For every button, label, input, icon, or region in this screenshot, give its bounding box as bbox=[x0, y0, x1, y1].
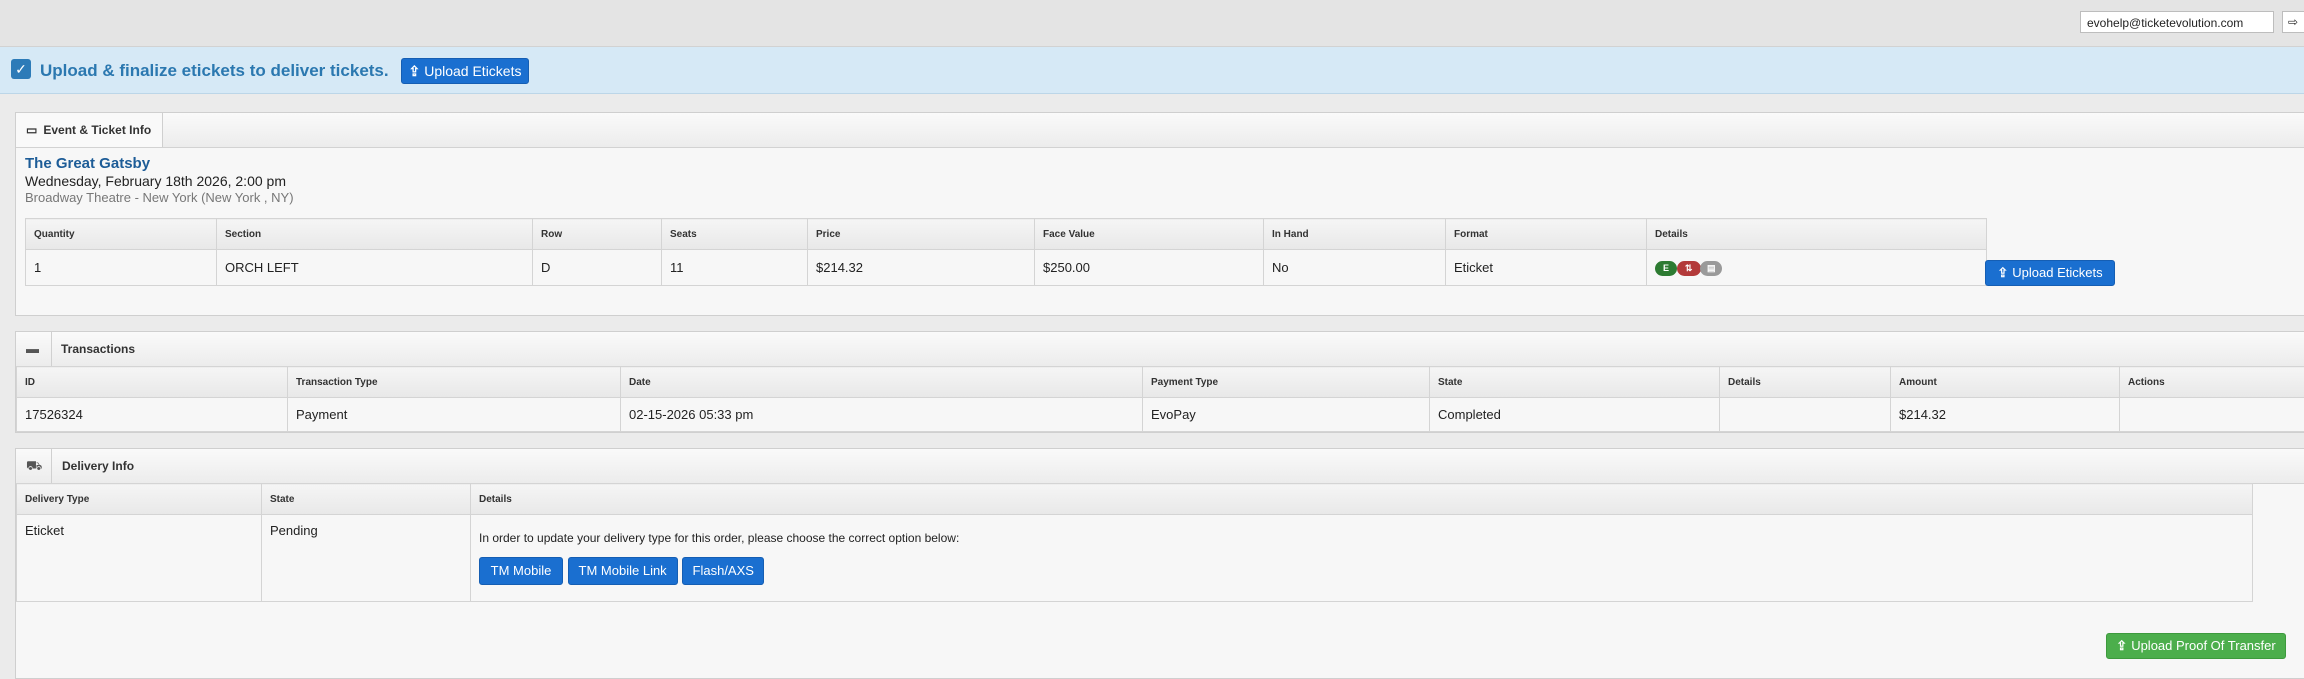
tm-mobile-link-button[interactable]: TM Mobile Link bbox=[567, 557, 678, 585]
quantity-cell: 1 bbox=[25, 249, 217, 286]
delivery-instruction-text: In order to update your delivery type fo… bbox=[479, 531, 960, 545]
upload-etickets-banner-button[interactable]: ⇪ Upload Etickets bbox=[401, 58, 529, 84]
delivery-table: Delivery Type State Details Eticket Pend… bbox=[16, 483, 2253, 602]
event-venue: Broadway Theatre - New York (New York , … bbox=[25, 190, 294, 205]
ticket-icon: ▭ bbox=[26, 123, 38, 137]
transaction-details-cell bbox=[1719, 397, 1891, 432]
ticket-table-header: Quantity Section Row Seats Price Face Va… bbox=[25, 218, 1987, 250]
col-header: Date bbox=[620, 366, 1143, 398]
transactions-title: Transactions bbox=[61, 342, 136, 356]
table-row: 1 ORCH LEFT D 11 $214.32 $250.00 No Etic… bbox=[25, 249, 1987, 286]
delivery-state-cell: Pending bbox=[261, 514, 471, 602]
logout-button[interactable]: ⇨ bbox=[2282, 11, 2304, 33]
event-date: Wednesday, February 18th 2026, 2:00 pm bbox=[25, 173, 286, 189]
transaction-id-cell: 17526324 bbox=[16, 397, 288, 432]
face-value-cell: $250.00 bbox=[1034, 249, 1264, 286]
transaction-state-cell: Completed bbox=[1429, 397, 1720, 432]
col-header: Section bbox=[216, 218, 533, 250]
col-header: Amount bbox=[1890, 366, 2120, 398]
user-email-field[interactable]: evohelp@ticketevolution.com bbox=[2080, 11, 2274, 33]
upload-proof-label: Upload Proof Of Transfer bbox=[2131, 638, 2276, 653]
transactions-panel-header: ▬ Transactions bbox=[16, 332, 2304, 367]
delivery-type-cell: Eticket bbox=[16, 514, 262, 602]
col-header: State bbox=[1429, 366, 1720, 398]
table-row: Eticket Pending In order to update your … bbox=[16, 514, 2253, 602]
flash-axs-button[interactable]: Flash/AXS bbox=[682, 557, 765, 585]
delivery-title: Delivery Info bbox=[62, 459, 135, 473]
credit-card-icon: ▬ bbox=[26, 341, 39, 356]
top-bar: evohelp@ticketevolution.com ⇨ bbox=[0, 0, 2304, 47]
col-header: Row bbox=[532, 218, 662, 250]
col-header: In Hand bbox=[1263, 218, 1446, 250]
row-cell: D bbox=[532, 249, 662, 286]
delivery-details-cell: In order to update your delivery type fo… bbox=[470, 514, 2253, 602]
transactions-table: ID Transaction Type Date Payment Type St… bbox=[16, 366, 2304, 432]
checkbox-icon[interactable]: ✓ bbox=[11, 59, 31, 79]
col-header: Quantity bbox=[25, 218, 217, 250]
format-cell: Eticket bbox=[1445, 249, 1647, 286]
upload-icon: ⇪ bbox=[1997, 265, 2009, 280]
col-header: Details bbox=[1719, 366, 1891, 398]
col-header: Details bbox=[470, 483, 2253, 515]
truck-icon: ⛟ bbox=[26, 458, 43, 473]
delivery-table-header: Delivery Type State Details bbox=[16, 483, 2253, 515]
event-ticket-panel: ▭ Event & Ticket Info The Great Gatsby We… bbox=[15, 112, 2304, 316]
transaction-date-cell: 02-15-2026 05:33 pm bbox=[620, 397, 1143, 432]
col-header: Seats bbox=[661, 218, 808, 250]
payment-type-cell: EvoPay bbox=[1142, 397, 1430, 432]
transaction-amount-cell: $214.32 bbox=[1890, 397, 2120, 432]
notice-message: Upload & finalize etickets to deliver ti… bbox=[40, 61, 389, 80]
transactions-panel: ▬ Transactions ID Transaction Type Date … bbox=[15, 331, 2304, 433]
seats-cell: 11 bbox=[661, 249, 808, 286]
ticket-table: Quantity Section Row Seats Price Face Va… bbox=[25, 218, 1987, 286]
upload-icon: ⇪ bbox=[408, 63, 421, 79]
col-header: Transaction Type bbox=[287, 366, 621, 398]
col-header: Price bbox=[807, 218, 1035, 250]
upload-icon: ⇪ bbox=[2116, 638, 2128, 653]
details-cell: E ⇅ ▤ bbox=[1646, 249, 1987, 286]
col-header: Format bbox=[1445, 218, 1647, 250]
transaction-actions-cell bbox=[2119, 397, 2304, 432]
tm-mobile-button[interactable]: TM Mobile bbox=[479, 557, 563, 585]
col-header: ID bbox=[16, 366, 288, 398]
col-header: Actions bbox=[2119, 366, 2304, 398]
col-header: Face Value bbox=[1034, 218, 1264, 250]
delivery-panel-header: ⛟ Delivery Info bbox=[16, 449, 2304, 484]
section-cell: ORCH LEFT bbox=[216, 249, 533, 286]
document-badge[interactable]: ▤ bbox=[1700, 260, 1723, 276]
table-row: 17526324 Payment 02-15-2026 05:33 pm Evo… bbox=[16, 397, 2304, 432]
event-panel-header: ▭ Event & Ticket Info bbox=[16, 113, 2304, 148]
upload-etickets-row-label: Upload Etickets bbox=[2012, 265, 2103, 280]
price-cell: $214.32 bbox=[807, 249, 1035, 286]
upload-etickets-row-button[interactable]: ⇪ Upload Etickets bbox=[1985, 260, 2115, 286]
event-title[interactable]: The Great Gatsby bbox=[25, 155, 150, 172]
header-divider bbox=[51, 449, 52, 483]
tab-label: Event & Ticket Info bbox=[43, 123, 152, 137]
delivery-panel: ⛟ Delivery Info Delivery Type State Deta… bbox=[15, 448, 2304, 679]
col-header: Payment Type bbox=[1142, 366, 1430, 398]
col-header: Details bbox=[1646, 218, 1987, 250]
transactions-table-header: ID Transaction Type Date Payment Type St… bbox=[16, 366, 2304, 398]
col-header: State bbox=[261, 483, 471, 515]
transfer-badge[interactable]: ⇅ bbox=[1676, 260, 1701, 276]
upload-proof-of-transfer-button[interactable]: ⇪ Upload Proof Of Transfer bbox=[2106, 633, 2286, 659]
notice-banner: ✓ Upload & finalize etickets to deliver … bbox=[0, 47, 2304, 94]
col-header: Delivery Type bbox=[16, 483, 262, 515]
in-hand-cell: No bbox=[1263, 249, 1446, 286]
upload-etickets-label: Upload Etickets bbox=[424, 63, 522, 79]
tab-event-ticket-info[interactable]: ▭ Event & Ticket Info bbox=[16, 113, 164, 147]
transaction-type-cell: Payment bbox=[287, 397, 621, 432]
header-divider bbox=[51, 332, 52, 366]
eticket-badge[interactable]: E bbox=[1655, 260, 1677, 276]
